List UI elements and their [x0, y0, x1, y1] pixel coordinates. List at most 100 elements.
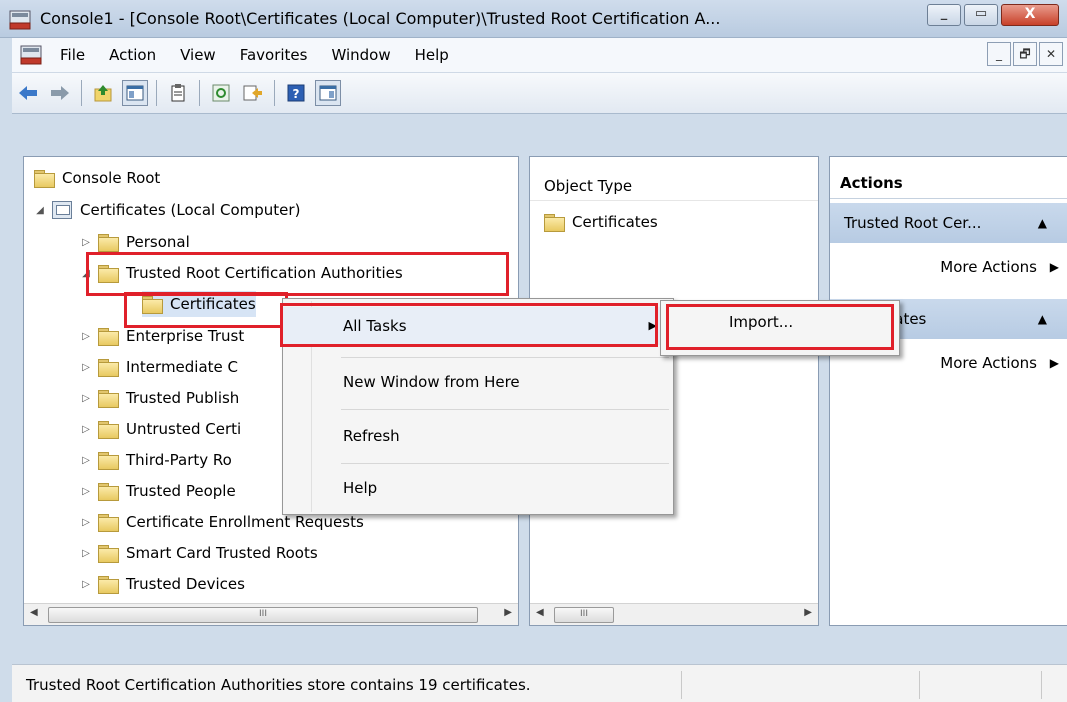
action-pane-icon — [319, 85, 337, 101]
tree-item-third-party-root[interactable]: ▷ Third-Party Ro — [80, 447, 232, 473]
export-list-button[interactable] — [240, 80, 266, 106]
folder-icon — [98, 545, 119, 563]
expand-arrow-icon[interactable]: ▷ — [80, 579, 92, 590]
menu-view[interactable]: View — [168, 39, 228, 71]
tree-item-smart-card-roots[interactable]: ▷ Smart Card Trusted Roots — [80, 540, 318, 566]
expand-arrow-icon[interactable]: ▷ — [80, 393, 92, 404]
highlight-trusted-root — [86, 252, 509, 296]
tree-item-intermediate[interactable]: ▷ Intermediate C — [80, 354, 238, 380]
toolbar-separator — [199, 80, 200, 106]
menu-bar: File Action View Favorites Window Help _… — [12, 38, 1067, 72]
back-button[interactable] — [15, 80, 41, 106]
folder-icon — [98, 390, 119, 408]
back-arrow-icon — [19, 86, 37, 100]
show-hide-action-pane-button[interactable] — [315, 80, 341, 106]
more-actions-link-2[interactable]: More Actions ▶ — [940, 349, 1059, 377]
menu-item-help[interactable]: Help — [283, 469, 673, 507]
properties-button[interactable] — [165, 80, 191, 106]
list-item-label: Certificates — [572, 213, 658, 231]
minimize-button[interactable]: _ — [927, 4, 961, 26]
expand-arrow-icon[interactable]: ▷ — [80, 517, 92, 528]
console-tree-icon — [126, 85, 144, 101]
status-text: Trusted Root Certification Authorities s… — [22, 671, 682, 699]
menu-item-label: New Window from Here — [343, 373, 520, 391]
tree-item-label: Console Root — [62, 169, 161, 187]
tree-item-label: Personal — [126, 233, 190, 251]
mdi-close-button[interactable]: ✕ — [1039, 42, 1063, 66]
menu-window[interactable]: Window — [319, 39, 402, 71]
tree-horizontal-scrollbar[interactable]: ◀ III ▶ — [24, 603, 518, 625]
expand-arrow-icon[interactable]: ▷ — [80, 331, 92, 342]
mmc-app-icon — [9, 10, 31, 30]
tree-item-console-root[interactable]: Console Root — [34, 165, 160, 191]
toolbar: ? — [12, 72, 1067, 114]
refresh-button[interactable] — [208, 80, 234, 106]
expand-arrow-icon[interactable]: ▷ — [80, 455, 92, 466]
toolbar-separator — [274, 80, 275, 106]
more-actions-label: More Actions — [940, 354, 1037, 372]
highlight-import — [666, 304, 894, 350]
mdi-minimize-button[interactable]: _ — [987, 42, 1011, 66]
collapse-up-arrow-icon[interactable]: ▲ — [1038, 299, 1047, 339]
tree-item-certificates-local-computer[interactable]: ◢ Certificates (Local Computer) — [34, 197, 300, 223]
expand-arrow-icon[interactable]: ▷ — [80, 548, 92, 559]
up-one-level-button[interactable] — [90, 80, 116, 106]
help-button[interactable]: ? — [283, 80, 309, 106]
show-hide-console-tree-button[interactable] — [122, 80, 148, 106]
export-icon — [243, 85, 262, 101]
results-horizontal-scrollbar[interactable]: ◀ III ▶ — [530, 603, 818, 625]
tree-item-trusted-publishers[interactable]: ▷ Trusted Publish — [80, 385, 239, 411]
scroll-left-arrow-icon[interactable]: ◀ — [30, 607, 38, 618]
expand-arrow-icon[interactable]: ▷ — [80, 362, 92, 373]
menu-item-new-window[interactable]: New Window from Here — [283, 363, 673, 401]
help-icon: ? — [287, 84, 305, 102]
scrollbar-thumb[interactable]: III — [554, 607, 614, 623]
collapse-up-arrow-icon[interactable]: ▲ — [1038, 203, 1047, 243]
menu-file[interactable]: File — [48, 39, 97, 71]
menu-action[interactable]: Action — [97, 39, 168, 71]
tree-item-trusted-devices[interactable]: ▷ Trusted Devices — [80, 571, 245, 597]
tree-item-label: Trusted People — [126, 482, 236, 500]
window-title: Console1 - [Console Root\Certificates (L… — [40, 9, 721, 28]
collapse-arrow-icon[interactable]: ◢ — [34, 205, 46, 216]
scroll-left-arrow-icon[interactable]: ◀ — [536, 607, 544, 618]
menu-separator — [341, 409, 669, 410]
close-icon: X — [1024, 6, 1036, 22]
status-bar: Trusted Root Certification Authorities s… — [12, 664, 1067, 702]
tree-item-label: Certificate Enrollment Requests — [126, 513, 364, 531]
menu-help[interactable]: Help — [403, 39, 461, 71]
folder-icon — [98, 576, 119, 594]
tree-item-label: Trusted Devices — [126, 575, 245, 593]
menu-favorites[interactable]: Favorites — [228, 39, 320, 71]
tree-item-label: Smart Card Trusted Roots — [126, 544, 318, 562]
expand-arrow-icon[interactable]: ▷ — [80, 424, 92, 435]
more-actions-link-1[interactable]: More Actions ▶ — [940, 253, 1059, 281]
actions-section-trusted-root[interactable]: Trusted Root Cer... ▲ — [830, 203, 1067, 243]
section-label: Trusted Root Cer... — [844, 214, 982, 232]
menu-item-label: Refresh — [343, 427, 400, 445]
close-button[interactable]: X — [1001, 4, 1059, 26]
list-item-certificates[interactable]: Certificates — [544, 213, 658, 232]
forward-arrow-icon — [51, 86, 69, 100]
mdi-restore-button[interactable]: 🗗 — [1013, 42, 1037, 66]
expand-arrow-icon[interactable]: ▷ — [80, 486, 92, 497]
tree-item-untrusted[interactable]: ▷ Untrusted Certi — [80, 416, 241, 442]
maximize-button[interactable]: ▭ — [964, 4, 998, 26]
title-bar[interactable]: Console1 - [Console Root\Certificates (L… — [0, 0, 1067, 38]
status-panel-3 — [922, 671, 1042, 699]
tree-item-label: Certificates (Local Computer) — [80, 201, 301, 219]
refresh-icon — [212, 84, 230, 102]
menu-item-refresh[interactable]: Refresh — [283, 417, 673, 455]
more-actions-label: More Actions — [940, 258, 1037, 276]
tree-item-label: Untrusted Certi — [126, 420, 242, 438]
tree-item-trusted-people[interactable]: ▷ Trusted People — [80, 478, 236, 504]
forward-button[interactable] — [47, 80, 73, 106]
actions-header: Actions — [830, 167, 1067, 199]
expand-arrow-icon[interactable]: ▷ — [80, 237, 92, 248]
scroll-right-arrow-icon[interactable]: ▶ — [504, 607, 512, 618]
menu-item-label: Help — [343, 479, 378, 497]
scrollbar-thumb[interactable]: III — [48, 607, 478, 623]
scroll-right-arrow-icon[interactable]: ▶ — [804, 607, 812, 618]
toolbar-separator — [156, 80, 157, 106]
column-header-object-type[interactable]: Object Type — [530, 171, 818, 201]
